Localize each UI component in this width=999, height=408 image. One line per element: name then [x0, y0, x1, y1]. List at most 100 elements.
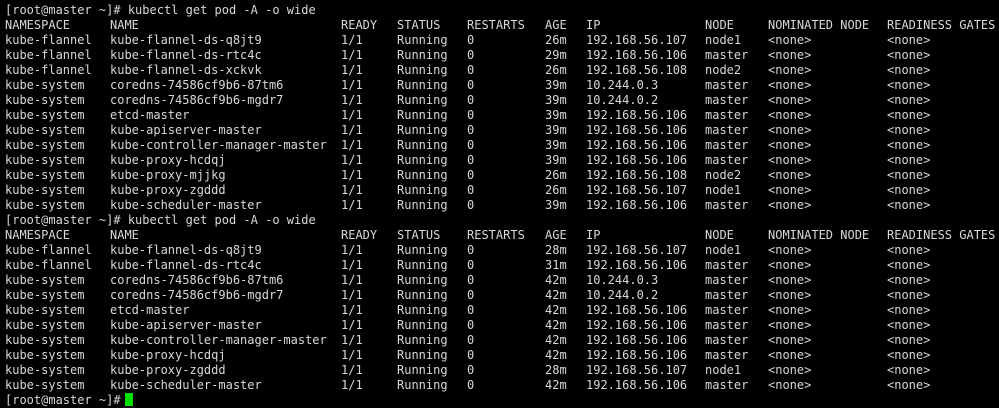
- node-cell: node1: [705, 363, 742, 377]
- node-cell: node1: [705, 33, 742, 47]
- namespace-cell: kube-system: [5, 378, 85, 392]
- terminal-window[interactable]: [root@master ~]# kubectl get pod -A -o w…: [0, 0, 999, 407]
- readiness-gates-cell: <none>: [887, 153, 931, 167]
- ip-cell: 10.244.0.3: [586, 78, 659, 92]
- status-cell: Running: [397, 198, 448, 212]
- ip-cell: 10.244.0.2: [586, 93, 659, 107]
- node-cell: master: [705, 78, 749, 92]
- nominated-node-cell: <none>: [768, 363, 812, 377]
- pod-name-cell: kube-apiserver-master: [110, 123, 262, 137]
- table-row: kube-system kube-scheduler-master 1/1 Runni…: [0, 378, 999, 393]
- column-header-restarts: RESTARTS: [467, 228, 525, 242]
- pod-name-cell: coredns-74586cf9b6-87tm6: [110, 78, 284, 92]
- pod-name-cell: etcd-master: [110, 108, 190, 122]
- age-cell: 39m: [545, 123, 567, 137]
- ready-cell: 1/1: [341, 168, 363, 182]
- age-cell: 39m: [545, 108, 567, 122]
- readiness-gates-cell: <none>: [887, 168, 931, 182]
- status-cell: Running: [397, 288, 448, 302]
- restarts-cell: 0: [467, 258, 475, 272]
- ready-cell: 1/1: [341, 138, 363, 152]
- node-cell: master: [705, 303, 749, 317]
- pod-name-cell: kube-controller-manager-master: [110, 333, 327, 347]
- readiness-gates-cell: <none>: [887, 303, 931, 317]
- ip-cell: 192.168.56.106: [586, 123, 688, 137]
- restarts-cell: 0: [467, 93, 475, 107]
- nominated-node-cell: <none>: [768, 348, 812, 362]
- status-cell: Running: [397, 63, 448, 77]
- prompt: [root@master ~]#: [5, 3, 121, 17]
- pod-name-cell: kube-proxy-hcdqj: [110, 153, 226, 167]
- nominated-node-cell: <none>: [768, 33, 812, 47]
- nominated-node-cell: <none>: [768, 273, 812, 287]
- column-header-nominated-node: NOMINATED NODE: [768, 18, 870, 32]
- ip-cell: 192.168.56.106: [586, 48, 688, 62]
- column-header-ip: IP: [586, 18, 601, 32]
- column-header-node: NODE: [705, 228, 734, 242]
- column-header-namespace: NAMESPACE: [5, 228, 71, 242]
- status-cell: Running: [397, 93, 448, 107]
- ip-cell: 192.168.56.106: [586, 108, 688, 122]
- namespace-cell: kube-system: [5, 273, 85, 287]
- age-cell: 31m: [545, 258, 567, 272]
- restarts-cell: 0: [467, 333, 475, 347]
- ready-cell: 1/1: [341, 303, 363, 317]
- readiness-gates-cell: <none>: [887, 123, 931, 137]
- active-prompt-line[interactable]: [root@master ~]#: [0, 393, 999, 408]
- status-cell: Running: [397, 378, 448, 392]
- nominated-node-cell: <none>: [768, 303, 812, 317]
- namespace-cell: kube-flannel: [5, 243, 92, 257]
- table-row: kube-system etcd-master 1/1 Running 0 42m 192.…: [0, 303, 999, 318]
- column-header-namespace: NAMESPACE: [5, 18, 71, 32]
- namespace-cell: kube-system: [5, 153, 85, 167]
- node-cell: master: [705, 258, 749, 272]
- namespace-cell: kube-system: [5, 108, 85, 122]
- table-row: kube-system coredns-74586cf9b6-87tm6 1/1 Ru…: [0, 78, 999, 93]
- age-cell: 42m: [545, 348, 567, 362]
- ready-cell: 1/1: [341, 78, 363, 92]
- node-cell: master: [705, 318, 749, 332]
- age-cell: 28m: [545, 243, 567, 257]
- column-header-name: NAME: [110, 228, 139, 242]
- node-cell: master: [705, 93, 749, 107]
- ip-cell: 192.168.56.106: [586, 348, 688, 362]
- restarts-cell: 0: [467, 348, 475, 362]
- restarts-cell: 0: [467, 198, 475, 212]
- restarts-cell: 0: [467, 138, 475, 152]
- namespace-cell: kube-system: [5, 303, 85, 317]
- table-row: kube-flannel kube-flannel-ds-rtc4c 1/1 Runn…: [0, 258, 999, 273]
- pod-name-cell: kube-flannel-ds-q8jt9: [110, 243, 262, 257]
- namespace-cell: kube-system: [5, 348, 85, 362]
- restarts-cell: 0: [467, 318, 475, 332]
- readiness-gates-cell: <none>: [887, 333, 931, 347]
- readiness-gates-cell: <none>: [887, 108, 931, 122]
- namespace-cell: kube-system: [5, 78, 85, 92]
- status-cell: Running: [397, 258, 448, 272]
- readiness-gates-cell: <none>: [887, 93, 931, 107]
- age-cell: 39m: [545, 138, 567, 152]
- command-line: [root@master ~]# kubectl get pod -A -o w…: [0, 213, 999, 228]
- namespace-cell: kube-system: [5, 318, 85, 332]
- nominated-node-cell: <none>: [768, 288, 812, 302]
- status-cell: Running: [397, 48, 448, 62]
- readiness-gates-cell: <none>: [887, 63, 931, 77]
- nominated-node-cell: <none>: [768, 333, 812, 347]
- age-cell: 42m: [545, 288, 567, 302]
- table-row: kube-system kube-proxy-zgddd 1/1 Running 0 28…: [0, 363, 999, 378]
- table-row: kube-system coredns-74586cf9b6-mgdr7 1/1 Ru…: [0, 93, 999, 108]
- status-cell: Running: [397, 363, 448, 377]
- table-row: kube-system kube-controller-manager-maste…: [0, 333, 999, 348]
- column-header-restarts: RESTARTS: [467, 18, 525, 32]
- age-cell: 39m: [545, 78, 567, 92]
- ip-cell: 192.168.56.106: [586, 198, 688, 212]
- table-row: kube-system coredns-74586cf9b6-mgdr7 1/1 Ru…: [0, 288, 999, 303]
- table-row: kube-flannel kube-flannel-ds-rtc4c 1/1 Runn…: [0, 48, 999, 63]
- status-cell: Running: [397, 348, 448, 362]
- node-cell: master: [705, 333, 749, 347]
- restarts-cell: 0: [467, 153, 475, 167]
- restarts-cell: 0: [467, 33, 475, 47]
- readiness-gates-cell: <none>: [887, 273, 931, 287]
- ready-cell: 1/1: [341, 333, 363, 347]
- table-row: kube-system kube-controller-manager-maste…: [0, 138, 999, 153]
- age-cell: 26m: [545, 168, 567, 182]
